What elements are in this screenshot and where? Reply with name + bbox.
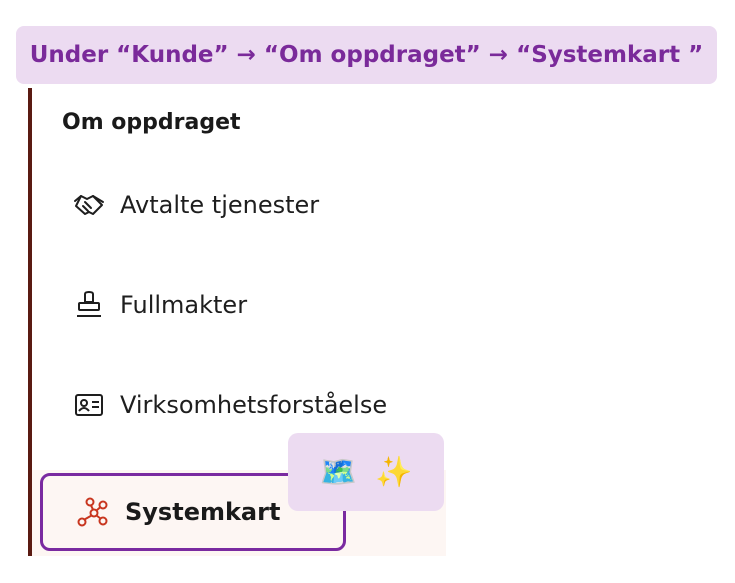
id-card-icon <box>72 390 106 420</box>
sidebar-item-label: Virksomhetsforståelse <box>120 391 388 419</box>
emoji-badge: 🗺️ ✨ <box>288 433 444 511</box>
sidebar-item-avtalte-tjenester[interactable]: Avtalte tjenester <box>72 190 319 220</box>
instruction-banner: Under “Kunde” → “Om oppdraget” → “System… <box>16 26 717 84</box>
sidebar-item-label: Systemkart <box>125 498 281 526</box>
sparkles-emoji-icon: ✨ <box>375 454 413 490</box>
stamp-icon <box>72 290 106 320</box>
section-title: Om oppdraget <box>62 110 241 135</box>
sidebar-item-label: Avtalte tjenester <box>120 191 320 219</box>
sidebar-item-fullmakter[interactable]: Fullmakter <box>72 290 247 320</box>
handshake-icon <box>72 190 106 220</box>
instruction-text: Under “Kunde” → “Om oppdraget” → “System… <box>29 42 704 68</box>
sidebar-item-virksomhetsforstaelse[interactable]: Virksomhetsforståelse <box>72 390 387 420</box>
network-graph-icon <box>75 496 111 528</box>
map-emoji-icon: 🗺️ <box>319 454 357 490</box>
sidebar-item-label: Fullmakter <box>120 291 248 319</box>
